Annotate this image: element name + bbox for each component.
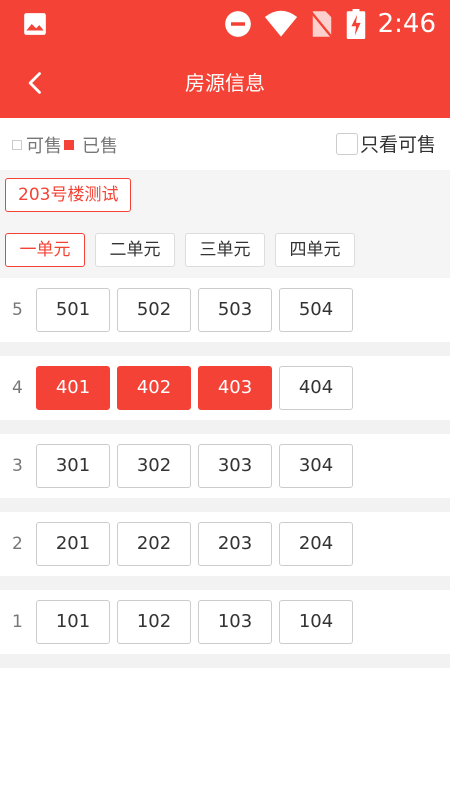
available-swatch <box>12 140 22 150</box>
floor-number: 4 <box>12 378 23 398</box>
room-button[interactable]: 402 <box>117 366 191 410</box>
tab-unit-3[interactable]: 三单元 <box>185 233 265 267</box>
room-button[interactable]: 404 <box>279 366 353 410</box>
floor-row: 4 401 402 403 404 <box>0 356 450 420</box>
floor-row: 3 301 302 303 304 <box>0 434 450 498</box>
floor-divider <box>0 342 450 356</box>
room-button[interactable]: 503 <box>198 288 272 332</box>
room-button[interactable]: 504 <box>279 288 353 332</box>
floor-divider <box>0 498 450 512</box>
tab-unit-2[interactable]: 二单元 <box>95 233 175 267</box>
room-button[interactable]: 401 <box>36 366 110 410</box>
room-button[interactable]: 302 <box>117 444 191 488</box>
legend-row: 可售 已售 只看可售 <box>0 118 450 170</box>
tab-unit-1[interactable]: 一单元 <box>5 233 85 267</box>
room-button[interactable]: 202 <box>117 522 191 566</box>
only-available-toggle[interactable]: 只看可售 <box>335 130 436 157</box>
floor-number: 3 <box>12 456 23 476</box>
floor-number: 2 <box>12 534 23 554</box>
floor-row: 2 201 202 203 204 <box>0 512 450 576</box>
room-button[interactable]: 203 <box>198 522 272 566</box>
room-button[interactable]: 301 <box>36 444 110 488</box>
room-button[interactable]: 104 <box>279 600 353 644</box>
floor-number: 1 <box>12 612 23 632</box>
status-icons: 2:46 <box>224 8 436 40</box>
wifi-icon <box>264 10 297 37</box>
tab-unit-4[interactable]: 四单元 <box>275 233 355 267</box>
room-button[interactable]: 502 <box>117 288 191 332</box>
battery-charging-icon <box>346 9 365 39</box>
no-sim-icon <box>310 11 333 39</box>
image-icon <box>24 13 46 35</box>
only-available-label: 只看可售 <box>359 134 436 156</box>
sold-swatch <box>64 140 74 150</box>
do-not-disturb-icon <box>224 11 251 37</box>
floor-row: 1 101 102 103 104 <box>0 590 450 654</box>
room-button[interactable]: 204 <box>279 522 353 566</box>
room-button[interactable]: 103 <box>198 600 272 644</box>
floor-row: 5 501 502 503 504 <box>0 278 450 342</box>
only-available-checkbox[interactable] <box>335 132 358 155</box>
room-button[interactable]: 303 <box>198 444 272 488</box>
sold-label: 已售 <box>82 136 118 157</box>
room-button[interactable]: 201 <box>36 522 110 566</box>
room-button[interactable]: 101 <box>36 600 110 644</box>
floor-divider <box>0 654 450 668</box>
floor-number: 5 <box>12 300 23 320</box>
room-button[interactable]: 304 <box>279 444 353 488</box>
available-label: 可售 <box>26 136 62 157</box>
room-button[interactable]: 501 <box>36 288 110 332</box>
page-title: 房源信息 <box>185 71 265 95</box>
legend: 可售 已售 <box>12 132 118 158</box>
status-time: 2:46 <box>377 9 436 39</box>
building-selector: 203号楼测试 <box>0 170 450 222</box>
app-bar: 房源信息 <box>0 48 450 118</box>
unit-tabs: 一单元 二单元 三单元 四单元 <box>0 222 450 278</box>
floor-divider <box>0 420 450 434</box>
room-button[interactable]: 102 <box>117 600 191 644</box>
building-tag[interactable]: 203号楼测试 <box>5 178 132 212</box>
status-bar: 2:46 <box>0 0 450 48</box>
room-button[interactable]: 403 <box>198 366 272 410</box>
floor-divider <box>0 576 450 590</box>
